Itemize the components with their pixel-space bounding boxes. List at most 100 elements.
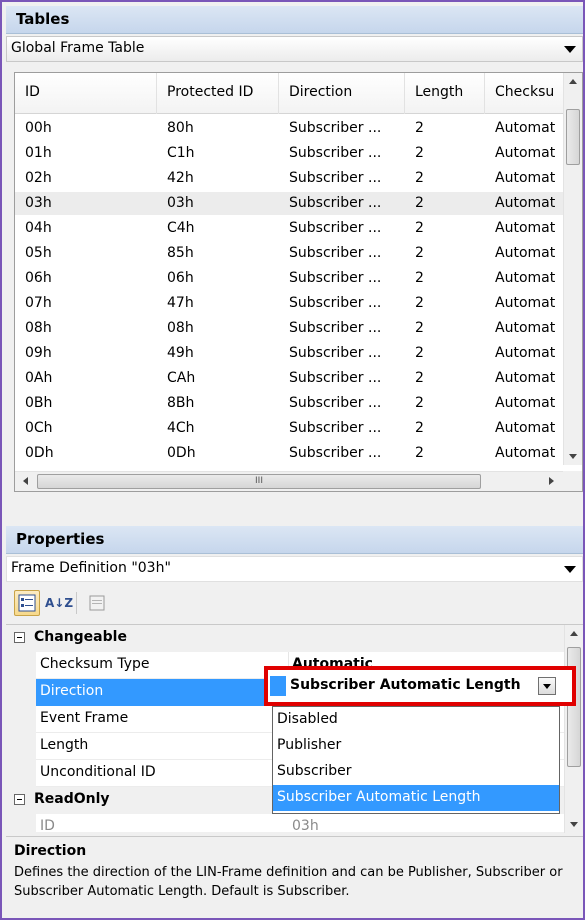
- collapse-icon[interactable]: [14, 794, 25, 805]
- scroll-corner: [563, 471, 582, 491]
- table-row[interactable]: 00h 80h Subscriber ... 2 Automat: [15, 117, 564, 140]
- table-row[interactable]: 02h 42h Subscriber ... 2 Automat: [15, 167, 564, 190]
- property-name: Event Frame: [40, 710, 129, 726]
- table-vertical-scrollbar[interactable]: [563, 73, 582, 465]
- cell-id: 03h: [25, 195, 52, 211]
- cell-direction: Subscriber ...: [289, 245, 382, 261]
- scroll-left-button[interactable]: [17, 473, 34, 490]
- table-row[interactable]: 0Dh 0Dh Subscriber ... 2 Automat: [15, 442, 564, 465]
- app-window: Tables Global Frame Table ID Protected I…: [0, 0, 585, 920]
- option-subscriber-automatic-length[interactable]: Subscriber Automatic Length: [273, 785, 559, 811]
- option-subscriber[interactable]: Subscriber: [273, 759, 559, 785]
- table-row[interactable]: 0Bh 8Bh Subscriber ... 2 Automat: [15, 392, 564, 415]
- selection-swatch: [270, 676, 286, 696]
- cell-protected-id: 80h: [167, 120, 194, 136]
- property-row-id[interactable]: ID 03h: [6, 814, 564, 833]
- property-name: Unconditional ID: [40, 764, 156, 780]
- frame-table-selector[interactable]: Global Frame Table: [6, 36, 583, 62]
- categorized-button[interactable]: [14, 590, 40, 616]
- arrow-down-icon: [569, 454, 577, 459]
- cell-protected-id: 03h: [167, 195, 194, 211]
- category-changeable[interactable]: Changeable: [6, 625, 564, 652]
- cell-id: 0Ah: [25, 370, 53, 386]
- cell-checksum: Automat: [495, 145, 556, 161]
- chevron-down-icon[interactable]: [564, 566, 576, 573]
- scroll-thumb[interactable]: [566, 109, 580, 165]
- category-label: Changeable: [34, 629, 127, 645]
- cell-length: 2: [415, 195, 424, 211]
- cell-id: 00h: [25, 120, 52, 136]
- table-horizontal-scrollbar[interactable]: III: [15, 471, 564, 491]
- table-row[interactable]: 09h 49h Subscriber ... 2 Automat: [15, 342, 564, 365]
- arrow-down-icon: [570, 822, 578, 827]
- category-label: ReadOnly: [34, 791, 110, 807]
- scroll-right-button[interactable]: [543, 473, 560, 490]
- property-pages-button[interactable]: [84, 590, 110, 616]
- table-row[interactable]: 05h 85h Subscriber ... 2 Automat: [15, 242, 564, 265]
- scroll-down-button[interactable]: [566, 816, 583, 833]
- properties-panel-title: Properties: [16, 530, 105, 548]
- table-row[interactable]: 04h C4h Subscriber ... 2 Automat: [15, 217, 564, 240]
- collapse-icon[interactable]: [14, 632, 25, 643]
- column-header-direction[interactable]: Direction: [279, 73, 405, 114]
- property-name: Direction: [40, 683, 104, 699]
- grip-icon: III: [255, 476, 263, 486]
- cell-direction: Subscriber ...: [289, 370, 382, 386]
- cell-direction: Subscriber ...: [289, 320, 382, 336]
- option-disabled[interactable]: Disabled: [273, 707, 559, 733]
- cell-length: 2: [415, 145, 424, 161]
- chevron-down-icon[interactable]: [564, 46, 576, 53]
- cell-id: 07h: [25, 295, 52, 311]
- column-header-id[interactable]: ID: [15, 73, 157, 114]
- alphabetical-button[interactable]: A↓Z: [44, 590, 74, 616]
- scroll-thumb[interactable]: [567, 647, 581, 767]
- scroll-down-button[interactable]: [565, 448, 582, 465]
- cell-checksum: Automat: [495, 420, 556, 436]
- property-grid-scrollbar[interactable]: [564, 625, 583, 833]
- row-gutter: [6, 706, 36, 733]
- scroll-up-button[interactable]: [565, 73, 582, 90]
- table-row[interactable]: 0Ah CAh Subscriber ... 2 Automat: [15, 367, 564, 390]
- hscroll-thumb[interactable]: III: [37, 474, 481, 489]
- property-name: ID: [40, 818, 55, 833]
- cell-checksum: Automat: [495, 245, 556, 261]
- direction-value: Subscriber Automatic Length: [290, 677, 521, 693]
- object-selector[interactable]: Frame Definition "03h": [6, 556, 583, 582]
- table-row[interactable]: 08h 08h Subscriber ... 2 Automat: [15, 317, 564, 340]
- cell-direction: Subscriber ...: [289, 445, 382, 461]
- row-gutter: [6, 760, 36, 787]
- direction-dropdown-button[interactable]: [538, 677, 556, 695]
- cell-checksum: Automat: [495, 395, 556, 411]
- cell-id: 02h: [25, 170, 52, 186]
- cell-checksum: Automat: [495, 345, 556, 361]
- cell-id: 09h: [25, 345, 52, 361]
- sort-alphabetical-icon: A↓Z: [45, 596, 74, 610]
- cell-checksum: Automat: [495, 320, 556, 336]
- table-row[interactable]: 07h 47h Subscriber ... 2 Automat: [15, 292, 564, 315]
- column-header-checksum[interactable]: Checksu: [485, 73, 564, 114]
- property-pages-icon: [89, 595, 105, 611]
- cell-id: 01h: [25, 145, 52, 161]
- cell-checksum: Automat: [495, 370, 556, 386]
- table-row[interactable]: 06h 06h Subscriber ... 2 Automat: [15, 267, 564, 290]
- table-row[interactable]: 0Ch 4Ch Subscriber ... 2 Automat: [15, 417, 564, 440]
- scroll-up-button[interactable]: [566, 625, 583, 642]
- row-gutter: [6, 652, 36, 679]
- table-row[interactable]: 03h 03h Subscriber ... 2 Automat: [15, 192, 564, 215]
- cell-length: 2: [415, 420, 424, 436]
- column-header-protected-id[interactable]: Protected ID: [157, 73, 279, 114]
- column-header-length[interactable]: Length: [405, 73, 485, 114]
- option-publisher[interactable]: Publisher: [273, 733, 559, 759]
- table-row[interactable]: 01h C1h Subscriber ... 2 Automat: [15, 142, 564, 165]
- description-text: Defines the direction of the LIN-Frame d…: [14, 865, 563, 899]
- cell-checksum: Automat: [495, 120, 556, 136]
- cell-protected-id: 08h: [167, 320, 194, 336]
- cell-protected-id: 49h: [167, 345, 194, 361]
- direction-value-editor[interactable]: Subscriber Automatic Length: [264, 666, 576, 706]
- cell-length: 2: [415, 270, 424, 286]
- cell-protected-id: C1h: [167, 145, 195, 161]
- cell-length: 2: [415, 320, 424, 336]
- cell-length: 2: [415, 245, 424, 261]
- direction-options-list: Disabled Publisher Subscriber Subscriber…: [272, 706, 560, 814]
- description-title: Direction: [14, 843, 87, 859]
